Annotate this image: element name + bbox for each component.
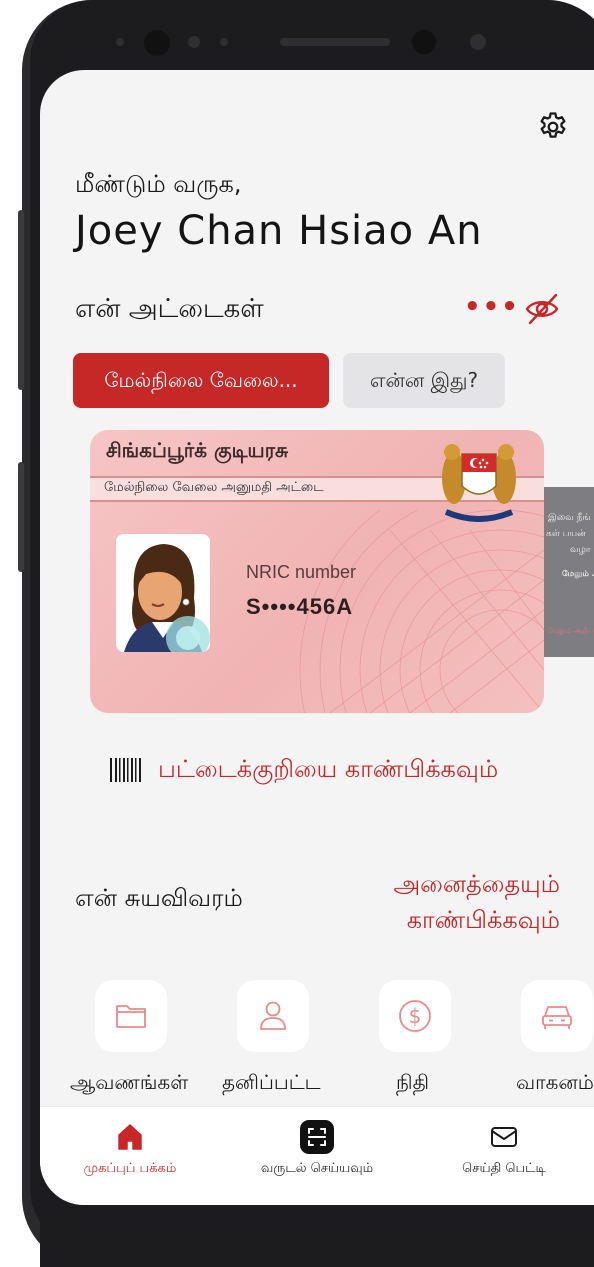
show-all-line2: காண்பிக்கவும் — [406, 906, 560, 934]
camera-strip — [100, 20, 540, 64]
tile-finance-label: நிதி — [396, 1070, 429, 1094]
hide-card-button[interactable] — [524, 292, 560, 326]
tile-documents[interactable] — [95, 980, 167, 1052]
side-panel-line4: மேலும் . — [562, 569, 594, 578]
nav-home-label: முகப்புப் பக்கம் — [83, 1161, 177, 1176]
scan-icon — [300, 1120, 334, 1154]
profile-heading: என் சுயவிவரம் — [75, 884, 243, 912]
folder-icon — [116, 1005, 146, 1028]
work-permit-card[interactable]: சிங்கப்பூர்க் குடியரசு மேல்நிலை வேலை அனு… — [90, 430, 544, 713]
barcode-icon — [110, 758, 141, 782]
device-bottom-bezel — [40, 1205, 594, 1267]
side-panel-line1: இவை நீங் — [548, 513, 591, 523]
nav-inbox-label: செய்தி பெட்டி — [462, 1161, 546, 1176]
card-info-side-panel[interactable]: இவை நீங் கள் பயன் வழா மேலும் . மேலும் அற… — [544, 487, 594, 657]
nav-home[interactable]: முகப்புப் பக்கம் — [40, 1107, 220, 1205]
show-barcode-label: பட்டைக்குறியை காண்பிக்கவும் — [158, 754, 499, 783]
tile-finance[interactable]: $ — [379, 980, 451, 1052]
side-panel-link[interactable]: மேலும் அறிய — [548, 627, 593, 636]
show-all-link[interactable]: அனைத்தையும் காண்பிக்கவும் — [370, 866, 560, 938]
device-volume-button — [18, 210, 24, 390]
nric-value: S••••456A — [246, 594, 354, 619]
nav-scan-label: வருடல் செய்யவும் — [260, 1161, 374, 1176]
nav-scan[interactable]: வருடல் செய்யவும் — [227, 1107, 407, 1205]
tile-vehicle-label: வாகனம் — [516, 1070, 594, 1094]
side-panel-line3: வழா — [570, 545, 591, 555]
tile-personal-label: தனிப்பட்ட — [222, 1070, 321, 1094]
tab-work-permit[interactable]: மேல்நிலை வேலை... — [73, 353, 329, 408]
user-name: Joey Chan Hsiao An — [75, 208, 483, 254]
tile-vehicle[interactable] — [521, 980, 593, 1052]
side-panel-line2: கள் பயன் — [546, 529, 586, 539]
singapore-crest-icon — [442, 444, 516, 522]
settings-button[interactable] — [536, 110, 570, 144]
eye-off-icon — [525, 293, 559, 325]
device-side-button — [18, 462, 24, 572]
mail-icon — [491, 1127, 517, 1147]
bottom-navigation: முகப்புப் பக்கம் வருடல் செய்யவும் செய்தி… — [40, 1106, 594, 1205]
tile-documents-label: ஆவணங்கள் — [70, 1070, 189, 1094]
car-icon — [542, 1006, 572, 1029]
person-icon — [260, 1001, 286, 1030]
card-title: சிங்கப்பூர்க் குடியரசு — [106, 438, 289, 462]
nric-label: NRIC number — [246, 562, 357, 582]
nav-inbox[interactable]: செய்தி பெட்டி — [414, 1107, 594, 1205]
more-options-button[interactable]: ••• — [464, 292, 518, 322]
gear-icon — [540, 112, 566, 138]
tab-what-is-this[interactable]: என்ன இது? — [343, 353, 505, 408]
app-screen: மீண்டும் வருக, Joey Chan Hsiao An என் அட… — [40, 70, 594, 1205]
card-subtitle: மேல்நிலை வேலை அனுமதி அட்டை — [104, 480, 324, 495]
show-all-line1: அனைத்தையும் — [393, 870, 560, 898]
avatar-illustration — [116, 534, 210, 652]
svg-text:$: $ — [409, 1004, 422, 1028]
cards-heading: என் அட்டைகள் — [75, 294, 264, 324]
dollar-icon: $ — [399, 1000, 431, 1032]
tile-personal[interactable] — [237, 980, 309, 1052]
holder-photo — [116, 534, 210, 652]
home-icon — [118, 1124, 142, 1150]
show-barcode-button[interactable]: பட்டைக்குறியை காண்பிக்கவும் — [110, 753, 498, 787]
welcome-text: மீண்டும் வருக, — [75, 170, 242, 198]
